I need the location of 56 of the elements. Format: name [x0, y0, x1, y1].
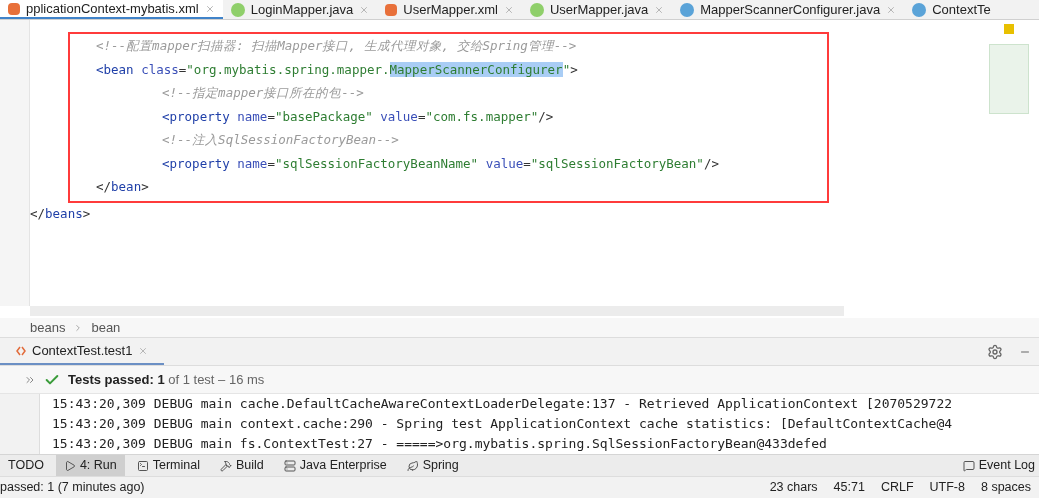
tool-window-button[interactable]: TODO [0, 455, 52, 476]
settings-icon[interactable] [987, 343, 1003, 360]
tool-window-button[interactable]: 4: Run [55, 455, 125, 476]
status-item[interactable]: 45:71 [833, 478, 865, 497]
warning-marker-icon [1004, 24, 1014, 34]
balloon-icon [962, 459, 975, 472]
breadcrumb[interactable]: bean [91, 317, 121, 338]
class-icon [912, 2, 927, 17]
status-item[interactable]: 8 spaces [980, 478, 1031, 497]
editor-tab[interactable]: LoginMapper.java [222, 0, 378, 19]
code-line: <bean class="org.mybatis.spring.mapper.MapperScannerConfigurer"> [96, 60, 578, 79]
code-line: </bean> [96, 178, 149, 197]
editor-tab[interactable]: MapperScannerConfigurer.java [672, 0, 905, 19]
tool-window-button[interactable]: Spring [398, 455, 467, 476]
close-icon[interactable] [886, 4, 897, 15]
code-line: </beans> [30, 204, 91, 223]
status-item[interactable]: UTF-8 [929, 478, 965, 497]
close-icon[interactable] [503, 4, 514, 15]
code-line: <!--注入SqlSessionFactoryBean--> [162, 131, 399, 150]
editor-tab[interactable]: pplicationContext-mybatis.xml [0, 0, 223, 19]
tool-window-button[interactable]: Java Enterprise [275, 455, 395, 476]
server-icon [283, 459, 296, 472]
event-log-button[interactable]: Event Log [958, 456, 1039, 475]
close-icon[interactable] [654, 4, 665, 15]
status-message: passed: 1 (7 minutes ago) [0, 479, 146, 497]
test-icon [16, 345, 26, 356]
status-item[interactable]: 23 chars [769, 478, 818, 497]
play-icon [63, 459, 76, 472]
terminal-icon [136, 459, 149, 472]
scrollbar[interactable] [30, 306, 844, 316]
xml-file-icon [385, 3, 398, 16]
close-icon[interactable] [204, 3, 215, 14]
code-line: <property name="basePackage" value="com.fs.mapper"/> [162, 107, 554, 126]
editor-tab[interactable]: UserMapper.xml [377, 0, 522, 19]
interface-icon [529, 2, 544, 17]
log-line: 15:43:20,309 DEBUG main context.cache:290 - Spring test ApplicationContext cache statistics: [DefaultContextCache@4 [52, 415, 953, 433]
tool-window-button[interactable]: Terminal [128, 455, 208, 476]
tool-window-button[interactable]: Build [212, 455, 272, 476]
xml-file-icon [8, 2, 20, 15]
close-icon[interactable] [138, 345, 149, 356]
minimap-drawing [989, 44, 1029, 114]
log-line: 15:43:20,309 DEBUG main cache.DefaultCacheAwareContextLoaderDelegate:137 - Retrieved ApplicationContext [2070529722 [52, 395, 953, 413]
leaf-icon [406, 459, 419, 472]
code-line: <!--指定mapper接口所在的包--> [162, 84, 364, 103]
test-summary: Tests passed: 1 of 1 test – 16 ms [68, 370, 265, 389]
editor-tab[interactable]: UserMapper.java [521, 0, 673, 19]
hammer-icon [220, 459, 232, 472]
class-icon [680, 2, 695, 17]
code-line: <property name="sqlSessionFactoryBeanName" value="sqlSessionFactoryBean"/> [162, 154, 719, 173]
status-item[interactable]: CRLF [880, 478, 914, 497]
log-line: 15:43:20,309 DEBUG main fs.ContextTest:27 - =====>org.mybatis.spring.SqlSessionFactoryBean@433defed [52, 435, 827, 453]
close-icon[interactable] [359, 4, 370, 15]
breadcrumb[interactable]: beans [30, 317, 66, 338]
editor-tab[interactable]: ContextTe [904, 0, 999, 19]
interface-icon [230, 2, 245, 17]
code-line: <!--配置mapper扫描器: 扫描Mapper接口, 生成代理对象, 交给Spring管理--> [96, 37, 577, 56]
